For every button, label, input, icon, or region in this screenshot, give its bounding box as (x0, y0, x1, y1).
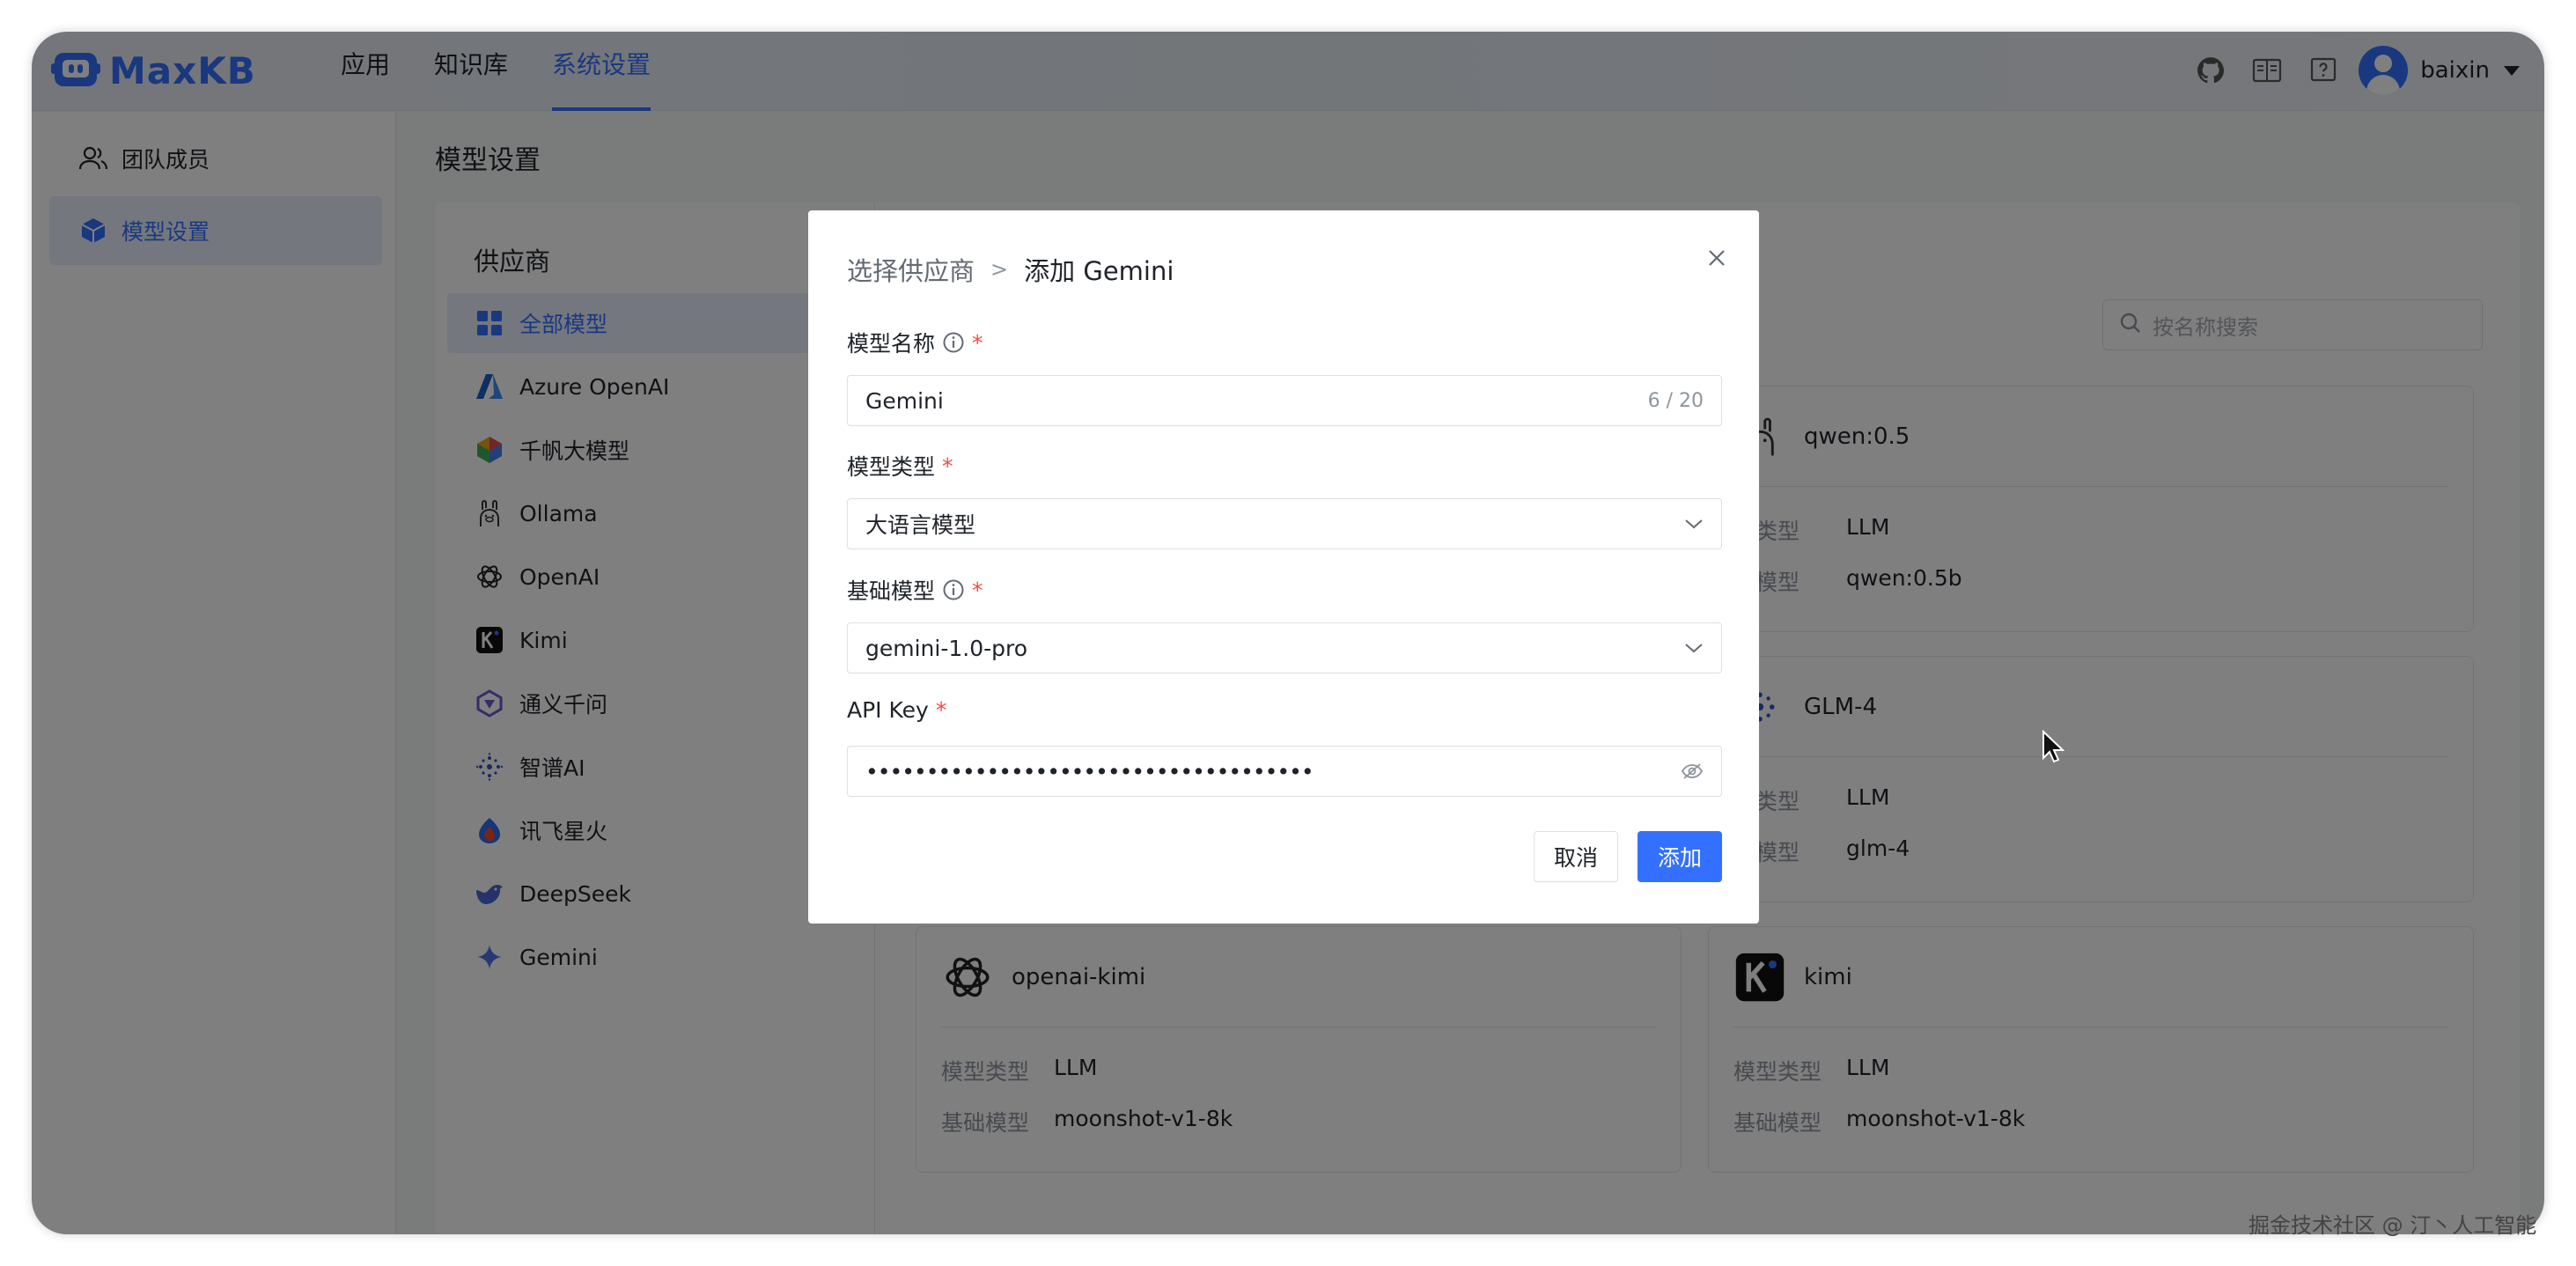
base-model-label: 基础模型 * (847, 574, 983, 606)
api-key-value: ••••••••••••••••••••••••••••••••••••• (865, 758, 1314, 784)
chevron-down-icon (1685, 644, 1703, 653)
api-key-label: API Key * (847, 697, 946, 723)
label-text: API Key (847, 697, 929, 723)
required-mark: * (972, 329, 983, 356)
app-window: MaxKB 应用 知识库 系统设置 baixin (32, 32, 2544, 1234)
label-text: 模型类型 (847, 454, 936, 480)
add-button[interactable]: 添加 (1638, 831, 1722, 882)
eye-off-icon[interactable] (1681, 762, 1704, 780)
required-mark: * (935, 697, 947, 723)
breadcrumb-separator: > (990, 257, 1009, 282)
breadcrumb-select-provider[interactable]: 选择供应商 (847, 251, 975, 288)
cancel-button[interactable]: 取消 (1534, 831, 1618, 882)
required-mark: * (972, 577, 983, 603)
chevron-down-icon (1685, 519, 1703, 529)
add-model-dialog: 选择供应商 > 添加 Gemini 模型名称 * Gemini 6 / 20 模… (808, 210, 1759, 924)
model-name-input[interactable]: Gemini 6 / 20 (847, 375, 1722, 426)
dialog-breadcrumb: 选择供应商 > 添加 Gemini (847, 251, 1174, 288)
label-text: 模型名称 (847, 331, 936, 357)
api-key-input[interactable]: ••••••••••••••••••••••••••••••••••••• (847, 746, 1722, 797)
info-icon[interactable] (942, 331, 965, 354)
base-model-value: gemini-1.0-pro (865, 635, 1028, 661)
label-text: 基础模型 (847, 578, 936, 604)
char-counter: 6 / 20 (1647, 389, 1704, 412)
watermark-text: 掘金技术社区 @ 汀丶人工智能 (2248, 1213, 2537, 1238)
model-name-label: 模型名称 * (847, 327, 983, 358)
info-icon[interactable] (942, 578, 965, 601)
dialog-title: 添加 Gemini (1024, 256, 1174, 286)
required-mark: * (942, 453, 953, 479)
model-name-value: Gemini (865, 387, 944, 414)
close-icon[interactable] (1701, 242, 1733, 274)
model-type-label: 模型类型 * (847, 450, 953, 482)
model-type-value: 大语言模型 (865, 512, 976, 538)
mouse-cursor-icon (2042, 729, 2065, 767)
base-model-select[interactable]: gemini-1.0-pro (847, 622, 1722, 673)
model-type-select[interactable]: 大语言模型 (847, 498, 1722, 549)
